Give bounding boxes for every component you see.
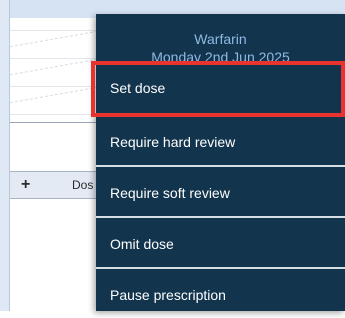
- menu-item-label: Pause prescription: [110, 287, 226, 303]
- context-menu: Warfarin Monday 2nd Jun 2025 Set dose Re…: [96, 14, 345, 311]
- dose-column-header[interactable]: Dos: [72, 178, 93, 192]
- menu-item-label: Require soft review: [110, 185, 230, 201]
- grid-line: [10, 58, 98, 59]
- grid-line: [10, 30, 98, 31]
- menu-item-pause-prescription[interactable]: Pause prescription: [96, 272, 345, 318]
- left-border: [0, 0, 10, 311]
- menu-item-omit-dose[interactable]: Omit dose: [96, 221, 345, 267]
- menu-item-set-dose[interactable]: Set dose: [96, 65, 345, 111]
- menu-item-label: Set dose: [110, 80, 166, 96]
- dose-list-area: [10, 199, 98, 311]
- menu-separator: [96, 216, 345, 218]
- menu-item-label: Omit dose: [110, 236, 174, 252]
- menu-item-require-soft-review[interactable]: Require soft review: [96, 170, 345, 216]
- dose-toolbar: + Dos: [10, 171, 98, 199]
- menu-item-require-hard-review[interactable]: Require hard review: [96, 119, 345, 165]
- chart-grid: [10, 18, 98, 122]
- menu-item-label: Require hard review: [110, 134, 236, 150]
- menu-separator: [96, 114, 345, 116]
- add-button[interactable]: +: [21, 176, 30, 194]
- grid-line: [10, 114, 98, 115]
- grid-line: [10, 86, 98, 87]
- menu-separator: [96, 267, 345, 269]
- date-subtitle: Monday 2nd Jun 2025: [151, 49, 290, 62]
- section-divider: [10, 122, 98, 123]
- menu-separator: [96, 165, 345, 167]
- context-menu-header: Warfarin Monday 2nd Jun 2025: [96, 14, 345, 62]
- medication-title: Warfarin: [194, 31, 247, 47]
